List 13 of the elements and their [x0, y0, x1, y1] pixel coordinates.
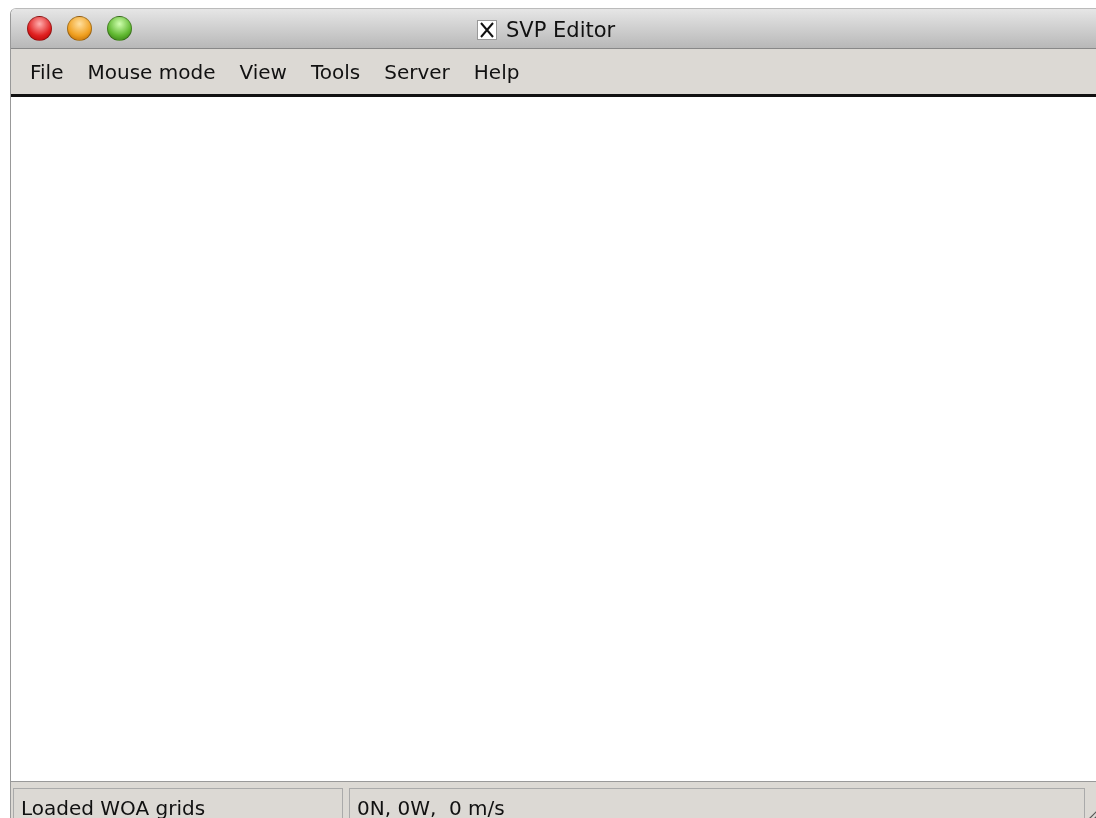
minimize-button[interactable] — [67, 16, 92, 41]
zoom-button[interactable] — [107, 16, 132, 41]
menu-item[interactable]: File — [18, 57, 76, 86]
menu-item[interactable]: Server — [372, 57, 462, 86]
status-field: 0N, 0W, 0 m/s — [349, 787, 1085, 818]
menu-item[interactable]: Mouse mode — [75, 57, 228, 86]
close-button[interactable] — [27, 16, 52, 41]
menu-item[interactable]: View — [227, 57, 299, 86]
status-field: Loaded WOA grids — [13, 787, 343, 818]
menu-item[interactable]: Tools — [298, 57, 373, 86]
menu-item[interactable]: Help — [461, 57, 532, 86]
window-title: SVP Editor — [506, 18, 616, 42]
x-logo-icon — [477, 20, 497, 40]
